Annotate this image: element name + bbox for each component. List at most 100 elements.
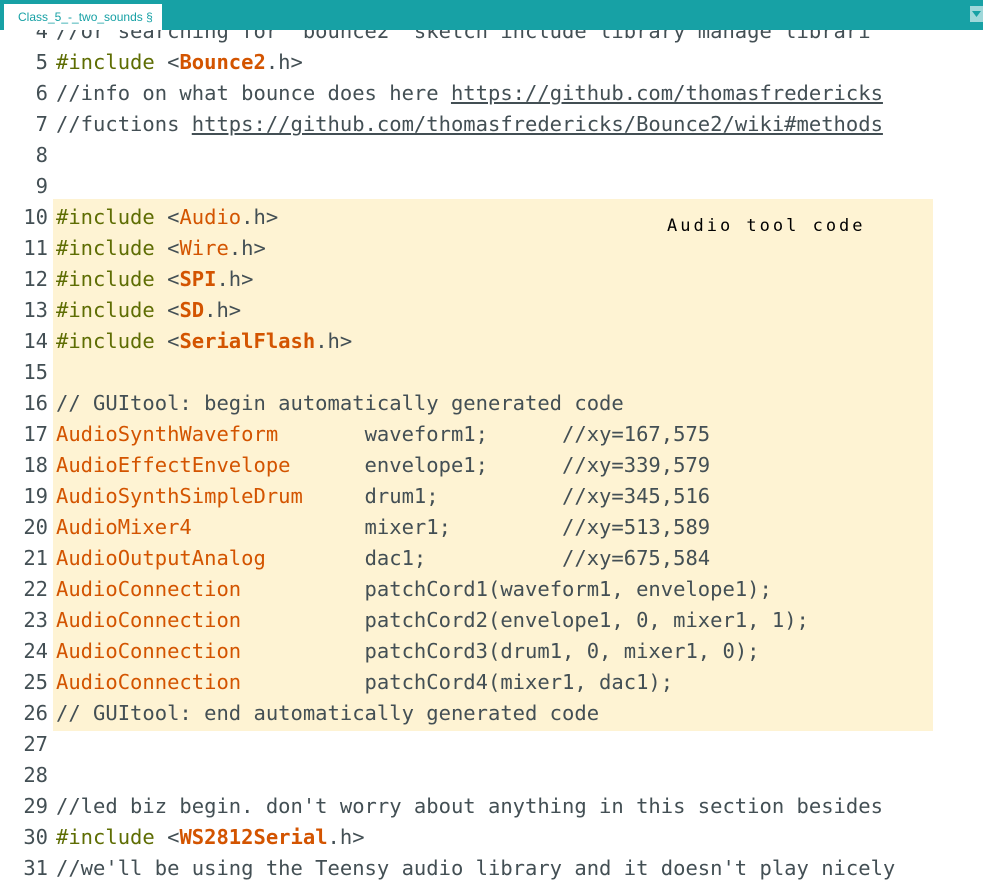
line-number: 4 [35, 30, 48, 43]
line-number: 19 [23, 484, 48, 508]
code-line[interactable]: 31 //we'll be using the Teensy audio libr… [0, 853, 983, 884]
line-number: 29 [23, 794, 48, 818]
code-line[interactable]: 8 [0, 140, 983, 171]
line-number: 10 [23, 205, 48, 229]
code-token: < [154, 298, 180, 322]
line-code: #include <Audio.h> [56, 202, 278, 233]
code-line[interactable]: 14 #include <SerialFlash.h> [0, 326, 983, 357]
tab-sketch[interactable]: Class_5_-_two_sounds § [4, 4, 162, 30]
line-number: 16 [23, 391, 48, 415]
line-number: 14 [23, 329, 48, 353]
line-number: 31 [23, 856, 48, 880]
code-line[interactable]: 13 #include <SD.h> [0, 295, 983, 326]
line-number: 13 [23, 298, 48, 322]
keyword-token: #include [56, 298, 155, 322]
line-code: AudioSynthSimpleDrum drum1; //xy=345,516 [56, 481, 710, 512]
code-token: < [154, 236, 180, 260]
code-token: .h> [327, 825, 365, 849]
code-line[interactable]: 24 AudioConnection patchCord3(drum1, 0, m… [0, 636, 983, 667]
url-link[interactable]: https://github.com/thomasfredericks [451, 81, 883, 105]
line-number: 22 [23, 577, 48, 601]
type-token: AudioSynthSimpleDrum [56, 484, 303, 508]
code-line[interactable]: 15 [0, 357, 983, 388]
code-line[interactable]: 12 #include <SPI.h> [0, 264, 983, 295]
code-line[interactable]: 30 #include <WS2812Serial.h> [0, 822, 983, 853]
code-line[interactable]: 7 //fuctions https://github.com/thomasfre… [0, 109, 983, 140]
code-line[interactable]: 29 //led biz begin. don't worry about any… [0, 791, 983, 822]
url-link[interactable]: https://github.com/thomasfredericks/Boun… [192, 112, 883, 136]
tab-bar: Class_5_-_two_sounds § [0, 0, 983, 30]
code-line[interactable]: 28 [0, 760, 983, 791]
line-code: // GUItool: end automatically generated … [56, 698, 599, 729]
comment-token: // GUItool: begin automatically generate… [56, 391, 624, 415]
line-code: AudioEffectEnvelope envelope1; //xy=339,… [56, 450, 710, 481]
line-number: 12 [23, 267, 48, 291]
comment-token: //fuctions [56, 112, 192, 136]
code-token: .h> [265, 50, 303, 74]
line-number: 9 [35, 174, 48, 198]
keyword-token: #include [56, 50, 155, 74]
line-number: 21 [23, 546, 48, 570]
code-line[interactable]: 23 AudioConnection patchCord2(envelope1, … [0, 605, 983, 636]
code-line[interactable]: 26 // GUItool: end automatically generate… [0, 698, 983, 729]
code-line[interactable]: 25 AudioConnection patchCord4(mixer1, dac… [0, 667, 983, 698]
library-token: WS2812Serial [179, 825, 328, 849]
type-token: AudioMixer4 [56, 515, 192, 539]
line-number: 28 [23, 763, 48, 787]
code-line[interactable]: 4 //or searching for "bounce2" sketch inc… [0, 30, 983, 47]
line-number: 24 [23, 639, 48, 663]
code-line[interactable]: 20 AudioMixer4 mixer1; //xy=513,589 [0, 512, 983, 543]
code-line[interactable]: 21 AudioOutputAnalog dac1; //xy=675,584 [0, 543, 983, 574]
code-line[interactable]: 11 #include <Wire.h> [0, 233, 983, 264]
code-token: .h> [241, 205, 279, 229]
line-code: #include <WS2812Serial.h> [56, 822, 365, 853]
code-line[interactable]: 6 //info on what bounce does here https:/… [0, 78, 983, 109]
code-line[interactable]: 5 #include <Bounce2.h> [0, 47, 983, 78]
tab-menu-button[interactable] [970, 6, 983, 22]
type-token: AudioConnection [56, 670, 242, 694]
comment-token: //info on what bounce does here [56, 81, 451, 105]
code-token: < [154, 329, 180, 353]
code-line[interactable]: 10 #include <Audio.h> [0, 202, 983, 233]
code-line[interactable]: 17 AudioSynthWaveform waveform1; //xy=167… [0, 419, 983, 450]
code-line[interactable]: 22 AudioConnection patchCord1(waveform1, … [0, 574, 983, 605]
line-number: 27 [23, 732, 48, 756]
type-token: AudioConnection [56, 608, 242, 632]
code-token: patchCord4(mixer1, dac1); [241, 670, 674, 694]
code-token: patchCord3(drum1, 0, mixer1, 0); [241, 639, 760, 663]
code-line[interactable]: 18 AudioEffectEnvelope envelope1; //xy=33… [0, 450, 983, 481]
code-token: < [154, 267, 180, 291]
code-token: < [154, 825, 180, 849]
comment-token: //or searching for "bounce2" sketch incl… [56, 30, 871, 43]
line-number: 20 [23, 515, 48, 539]
code-token: .h> [228, 236, 266, 260]
type-token: AudioConnection [56, 639, 242, 663]
code-line[interactable]: 9 [0, 171, 983, 202]
code-token: .h> [204, 298, 242, 322]
code-editor[interactable]: Audio tool code 4//or searching for "bou… [0, 30, 983, 889]
code-token: .h> [315, 329, 353, 353]
code-line[interactable]: 32 // use Paul's LED serial library which… [0, 884, 983, 889]
keyword-token: #include [56, 329, 155, 353]
code-token: < [154, 205, 180, 229]
line-number: 18 [23, 453, 48, 477]
code-token: patchCord1(waveform1, envelope1); [241, 577, 772, 601]
library-token: SPI [179, 267, 217, 291]
code-line[interactable]: 16 // GUItool: begin automatically genera… [0, 388, 983, 419]
keyword-token: #include [56, 236, 155, 260]
code-token: patchCord2(envelope1, 0, mixer1, 1); [241, 608, 809, 632]
line-number: 32 [0, 884, 48, 889]
code-line[interactable]: 19 AudioSynthSimpleDrum drum1; //xy=345,5… [0, 481, 983, 512]
line-code: AudioSynthWaveform waveform1; //xy=167,5… [56, 419, 710, 450]
comment-token: //we'll be using the Teensy audio librar… [56, 856, 896, 880]
line-number: 25 [23, 670, 48, 694]
line-code: AudioConnection patchCord1(waveform1, en… [56, 574, 772, 605]
line-code: //we'll be using the Teensy audio librar… [56, 853, 895, 884]
comment-token: //led biz begin. don't worry about anyth… [56, 794, 883, 818]
code-token: waveform1; //xy=167,575 [278, 422, 711, 446]
code-line[interactable]: 27 [0, 729, 983, 760]
comment-token: // GUItool: end automatically generated … [56, 701, 600, 725]
type-token: Audio [179, 205, 242, 229]
line-code: AudioMixer4 mixer1; //xy=513,589 [56, 512, 710, 543]
line-number: 8 [35, 143, 48, 167]
